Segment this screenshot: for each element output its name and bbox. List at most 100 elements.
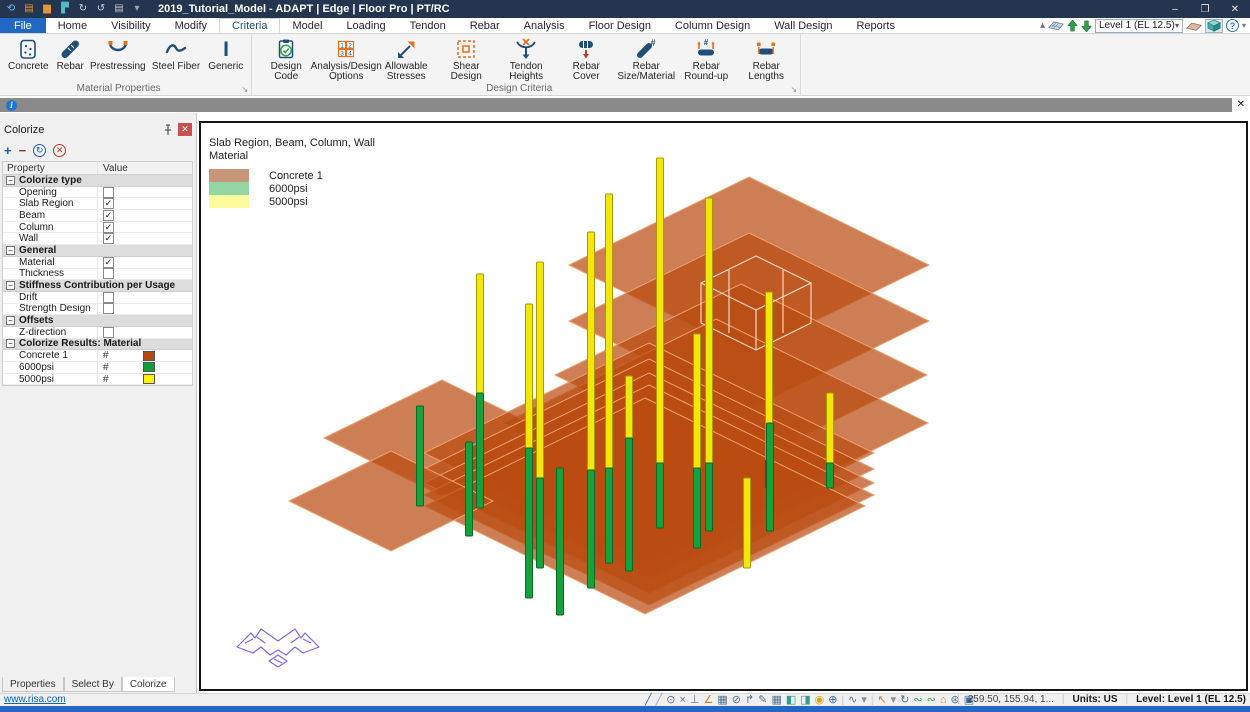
snap-perpendicular-icon[interactable]: ⊥ [690,694,700,706]
info-strip-close-icon[interactable]: ✕ [1237,99,1245,110]
panel-tab-properties[interactable]: Properties [2,677,64,692]
view-solid-icon[interactable]: ◨ [800,694,810,706]
tab-visibility[interactable]: Visibility [99,18,163,33]
steel-fiber-button[interactable]: Steel Fiber [148,37,204,72]
slab-view-icon[interactable] [1048,19,1064,33]
add-icon[interactable]: + [4,143,12,158]
zoom-icon[interactable]: ⊕ [828,694,837,706]
concrete-button[interactable]: Concrete [4,37,53,72]
tab-modify[interactable]: Modify [163,18,219,33]
panel-close-button[interactable]: ✕ [178,123,192,136]
open-folder-icon[interactable]: ▆ [40,3,54,16]
snap-angle-icon[interactable]: ∠ [704,694,714,706]
refresh-icon[interactable]: ↻ [33,144,46,157]
rebar-size-material-button[interactable]: # Rebar Size/Material [616,37,676,82]
remove-icon[interactable]: − [19,143,27,158]
collapse-icon[interactable]: − [6,246,15,255]
generic-button[interactable]: I Generic [204,37,247,72]
units-indicator[interactable]: Units: US [1073,694,1118,705]
help-caret-icon[interactable]: ▾ [1242,19,1246,33]
home-view-icon[interactable]: ⌂ [940,694,947,706]
checkbox-unchecked[interactable] [103,268,114,279]
group-row[interactable]: −Colorize Results: Material [3,339,192,351]
tab-tendon[interactable]: Tendon [398,18,458,33]
dialog-launcher-icon[interactable]: ↘ [242,85,249,94]
tab-criteria[interactable]: Criteria [219,18,280,33]
rotate-view-icon[interactable]: ↻ [900,694,909,706]
level-up-icon[interactable] [1067,19,1078,33]
undo-circle-icon[interactable]: ↻ [76,3,90,16]
collapse-icon[interactable]: − [6,281,15,290]
restore-button[interactable]: ❐ [1190,0,1220,18]
rebar-cover-button[interactable]: Rebar Cover [556,37,616,82]
tab-column-design[interactable]: Column Design [663,18,762,33]
color-swatch[interactable] [143,374,155,384]
snap-endpoint-icon[interactable]: ↱ [745,694,754,706]
color-swatch[interactable] [143,362,155,372]
new-file-icon[interactable]: ▤ [22,3,36,16]
collapse-icon[interactable]: − [6,176,15,185]
tab-loading[interactable]: Loading [334,18,397,33]
tendon-heights-button[interactable]: Tendon Heights [496,37,556,82]
rebar-button[interactable]: Rebar [53,37,88,72]
collapse-icon[interactable]: − [6,316,15,325]
polyline-caret-icon[interactable]: ▾ [861,694,867,706]
pin-icon[interactable] [162,124,174,136]
checkbox-checked[interactable]: ✓ [103,257,114,268]
view-shaded-icon[interactable]: ◧ [786,694,796,706]
snap-tangent-icon[interactable]: ⊘ [732,694,741,706]
group-row[interactable]: −Colorize type [3,175,192,187]
model-viewport[interactable]: Slab Region, Beam, Column, Wall Material… [199,121,1248,691]
checkbox-checked[interactable]: ✓ [103,222,114,233]
minimize-button[interactable]: – [1160,0,1190,18]
quick-access-caret-icon[interactable]: ▾ [130,3,144,16]
construction-line-icon[interactable]: ╱ [656,694,663,706]
polyline-mode-icon[interactable]: ∿ [848,694,857,706]
single-slab-icon[interactable] [1186,19,1202,33]
checkbox-checked[interactable]: ✓ [103,198,114,209]
tab-model[interactable]: Model [280,18,334,33]
checkbox-unchecked[interactable] [103,327,114,338]
pan-icon[interactable]: ∾ [913,694,922,706]
view-globe-icon[interactable]: ◉ [815,694,825,706]
save-icon[interactable]: ▛ [58,3,72,16]
design-code-button[interactable]: Design Code [256,37,316,82]
group-row[interactable]: −Stiffness Contribution per Usage [3,280,192,292]
walk-icon[interactable]: ∾ [927,694,936,706]
risa-link[interactable]: www.risa.com [4,694,66,705]
level-indicator[interactable]: Level: Level 1 (EL 12.5) [1136,694,1246,705]
checkbox-unchecked[interactable] [103,292,114,303]
column-header-property[interactable]: Property [3,162,98,174]
snap-intersection-icon[interactable]: × [679,694,685,706]
checkbox-unchecked[interactable] [103,303,114,314]
level-down-icon[interactable] [1081,19,1092,33]
collapse-icon[interactable]: − [6,339,15,348]
ribbon-collapse-icon[interactable]: ▴ [1040,19,1045,33]
rebar-round-up-button[interactable]: # Rebar Round-up [676,37,736,82]
analysis-design-options-button[interactable]: 1234 Analysis/Design Options [316,37,376,82]
view-3d-cube-icon[interactable] [1205,19,1223,33]
cancel-icon[interactable]: ✕ [53,144,66,157]
tab-wall-design[interactable]: Wall Design [762,18,844,33]
snap-grid-icon[interactable]: ▦ [717,694,727,706]
panel-tab-colorize[interactable]: Colorize [122,677,175,692]
pointer-caret-icon[interactable]: ▾ [891,694,897,706]
draw-line-icon[interactable]: ╱ [645,694,652,706]
close-button[interactable]: ✕ [1220,0,1250,18]
dialog-launcher-icon[interactable]: ↘ [791,85,798,94]
checkbox-unchecked[interactable] [103,187,114,198]
group-row[interactable]: −General [3,245,192,257]
tab-home[interactable]: Home [46,18,99,33]
print-icon[interactable]: ▤ [112,3,126,16]
allowable-stresses-button[interactable]: Allowable Stresses [376,37,436,82]
tab-analysis[interactable]: Analysis [512,18,577,33]
tab-rebar[interactable]: Rebar [458,18,512,33]
column-header-value[interactable]: Value [98,162,192,174]
tab-file[interactable]: File [0,18,46,33]
redo-circle-icon[interactable]: ↺ [94,3,108,16]
shear-design-button[interactable]: Shear Design [436,37,496,82]
prestressing-button[interactable]: Prestressing [88,37,148,72]
pointer-mode-icon[interactable]: ↖ [877,694,886,706]
tab-reports[interactable]: Reports [844,18,907,33]
app-logo-icon[interactable]: ⟲ [4,3,18,16]
